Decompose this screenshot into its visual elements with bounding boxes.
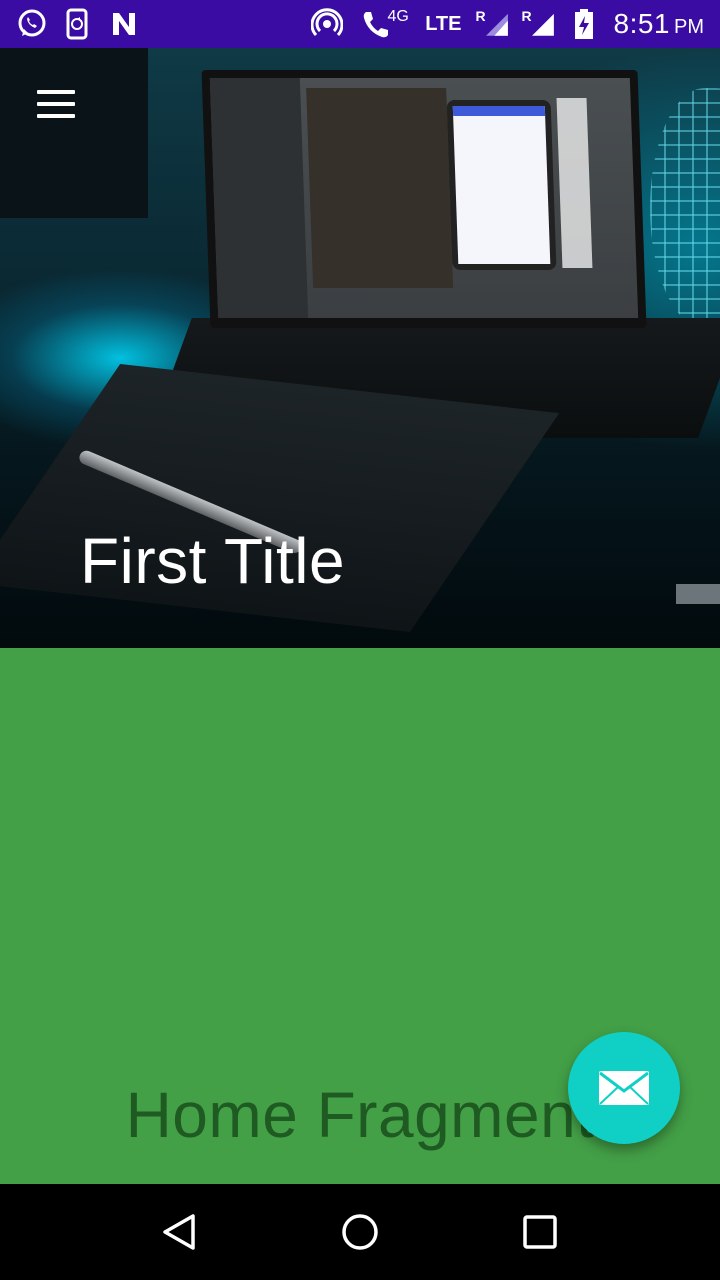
network-lte-label: LTE [425, 12, 462, 35]
whatsapp-icon [16, 8, 48, 40]
mail-fab-button[interactable] [568, 1032, 680, 1144]
menu-line [37, 90, 75, 94]
header-image: First Title [0, 48, 720, 648]
status-left [16, 8, 140, 40]
ide-sidebar-shape [209, 78, 309, 318]
clock-time: 8:51 [613, 8, 670, 39]
ide-phone-shape [446, 100, 557, 270]
status-right: 4G LTE R R 8:51 PM [311, 8, 704, 40]
mail-icon [599, 1071, 649, 1105]
menu-line [37, 114, 75, 118]
mesh-head-shape [650, 88, 720, 328]
monitor-shape [0, 48, 148, 218]
back-triangle-icon [163, 1214, 195, 1250]
recents-button[interactable] [510, 1202, 570, 1262]
menu-line [37, 102, 75, 106]
laptop-screen-shape [209, 78, 639, 318]
home-button[interactable] [330, 1202, 390, 1262]
signal-icon: R [522, 8, 554, 40]
n-icon [108, 8, 140, 40]
signal-icon: R [476, 8, 508, 40]
clock: 8:51 PM [614, 8, 705, 40]
ide-editor-shape [306, 88, 454, 288]
status-bar: 4G LTE R R 8:51 PM [0, 0, 720, 48]
clock-ampm: PM [674, 16, 704, 38]
navigation-bar [0, 1184, 720, 1280]
hamburger-menu-icon[interactable] [24, 78, 88, 130]
ide-phone-screen-shape [452, 106, 551, 264]
back-button[interactable] [150, 1202, 210, 1262]
hotspot-icon [311, 8, 344, 40]
network-4g-label: 4G [387, 8, 409, 25]
home-circle-icon [342, 1214, 378, 1250]
ide-panel-shape [556, 98, 593, 268]
recents-square-icon [523, 1215, 557, 1249]
volte-call-icon: 4G [357, 8, 411, 40]
phone-sync-icon [62, 8, 94, 40]
battery-charging-icon [568, 8, 600, 40]
header-title: First Title [80, 525, 346, 597]
watermark-shape [676, 584, 720, 604]
roaming-label: R [521, 8, 532, 24]
roaming-label: R [475, 8, 486, 24]
